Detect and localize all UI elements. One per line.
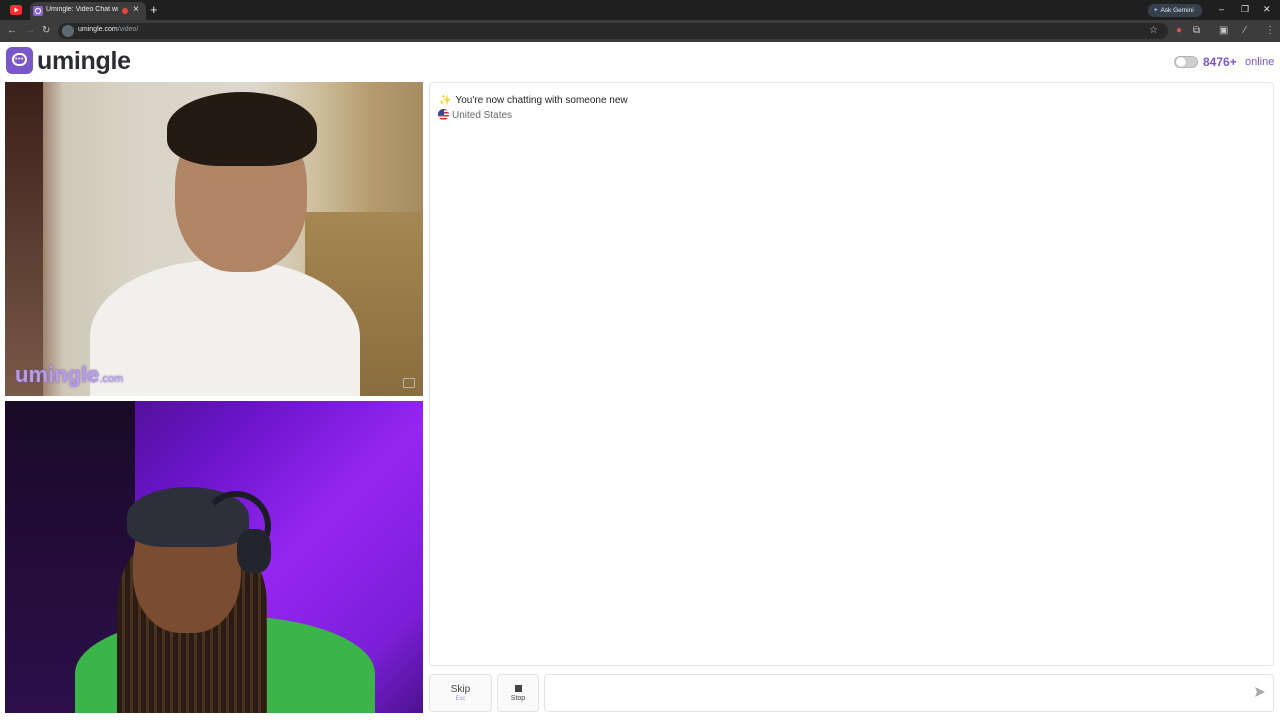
- umingle-favicon: [33, 6, 43, 16]
- stranger-hair: [167, 92, 317, 166]
- extension-icon[interactable]: ●: [1176, 24, 1182, 38]
- video-watermark: umingle.com: [15, 362, 123, 388]
- stop-button[interactable]: Stop: [497, 674, 539, 712]
- skip-shortcut: Esc: [455, 696, 466, 702]
- extensions-icon[interactable]: ⧉: [1193, 24, 1200, 38]
- url-domain: umingle.com: [78, 26, 118, 33]
- report-flag-icon[interactable]: [403, 378, 415, 388]
- stop-icon: [514, 685, 522, 692]
- sparkle-icon: ✦: [1153, 7, 1159, 14]
- youtube-icon[interactable]: [10, 5, 22, 15]
- system-message-text: You're now chatting with someone new: [455, 95, 628, 106]
- watermark-domain: .com: [99, 373, 124, 385]
- stop-label: Stop: [510, 695, 526, 702]
- skip-button[interactable]: Skip Esc: [429, 674, 492, 712]
- watermark-name: umingle: [15, 362, 100, 387]
- site-info-icon[interactable]: [62, 25, 74, 37]
- system-message: ✨ You're now chatting with someone new: [439, 95, 628, 106]
- self-video: [5, 401, 423, 713]
- close-icon[interactable]: ×: [133, 4, 139, 16]
- recording-icon: [122, 8, 128, 14]
- skip-label: Skip: [450, 684, 471, 695]
- send-icon[interactable]: [1254, 686, 1266, 698]
- ask-gemini-button[interactable]: ✦ Ask Gemini: [1148, 4, 1202, 17]
- browser-tab-active[interactable]: Umingle: Video Chat with St ×: [30, 2, 146, 20]
- plus-icon[interactable]: +: [150, 3, 158, 16]
- cast-icon[interactable]: ▣: [1219, 24, 1228, 38]
- profile-icon[interactable]: ⁄: [1244, 24, 1246, 38]
- browser-toolbar: ← → ↻ umingle.com/video/ ☆ ● ⧉ ▣ ⁄ ⋮: [0, 20, 1280, 42]
- forward-icon[interactable]: →: [25, 24, 35, 38]
- stranger-video: umingle.com: [5, 82, 423, 396]
- chat-panel: ✨ You're now chatting with someone new Un…: [429, 82, 1274, 666]
- menu-icon[interactable]: ⋮: [1265, 24, 1275, 38]
- sparkle-icon: ✨: [439, 95, 452, 106]
- reload-icon[interactable]: ↻: [42, 24, 50, 38]
- logo-icon: •••: [6, 47, 33, 74]
- bookmark-star-icon[interactable]: ☆: [1149, 24, 1158, 38]
- url-path: /video/: [117, 26, 139, 33]
- headphone-cup: [237, 529, 271, 573]
- ask-gemini-label: Ask Gemini: [1160, 7, 1194, 14]
- window-close-icon[interactable]: ✕: [1263, 3, 1271, 15]
- restore-icon[interactable]: ❐: [1241, 3, 1249, 15]
- us-flag-icon: [438, 109, 449, 120]
- minimize-icon[interactable]: –: [1219, 3, 1224, 15]
- address-bar[interactable]: umingle.com/video/: [58, 23, 1168, 39]
- online-count: 8476+: [1203, 55, 1237, 69]
- message-input[interactable]: [544, 674, 1274, 712]
- theme-toggle[interactable]: [1174, 56, 1198, 68]
- back-icon[interactable]: ←: [7, 24, 17, 38]
- online-label: online: [1245, 56, 1275, 68]
- tab-title: Umingle: Video Chat with St: [46, 6, 118, 13]
- url-text: umingle.com/video/: [78, 26, 138, 33]
- country-name: United States: [452, 110, 513, 121]
- wall-shadow: [5, 82, 43, 396]
- stranger-body: [90, 260, 360, 396]
- browser-tabbar: Umingle: Video Chat with St × + ✦Ask Gem…: [0, 0, 1280, 20]
- logo-text: umingle: [37, 47, 131, 75]
- stranger-country: United States: [438, 109, 512, 121]
